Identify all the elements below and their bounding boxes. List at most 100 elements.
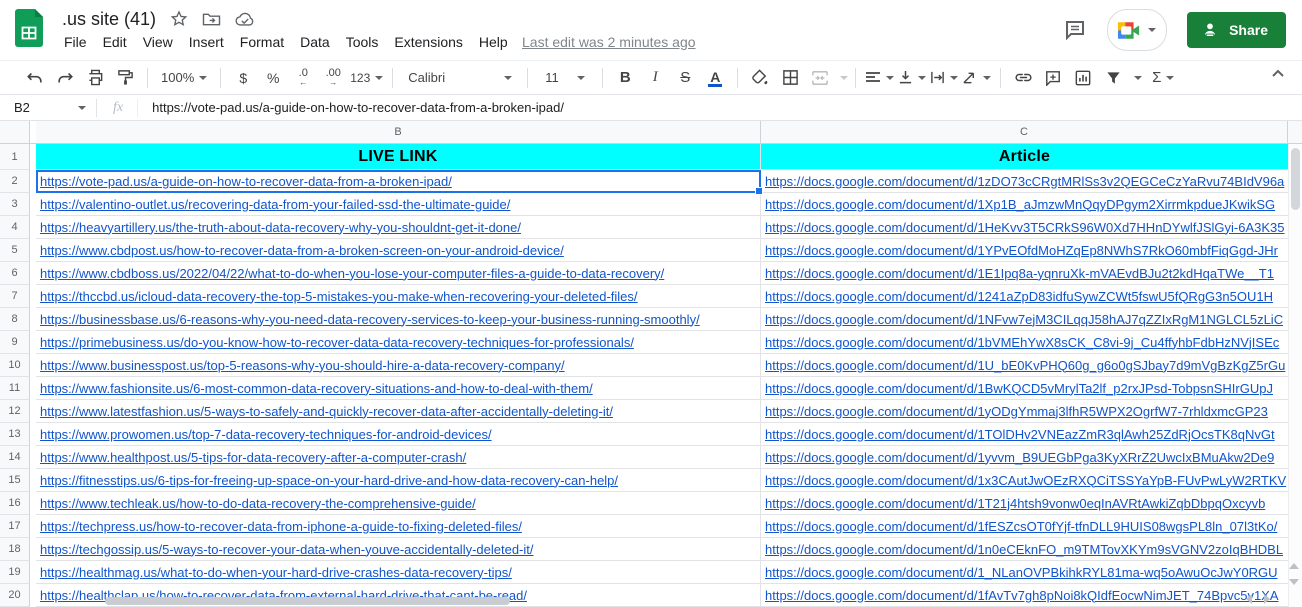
cell-C20[interactable]: https://docs.google.com/document/d/1fAvT…	[761, 584, 1288, 607]
more-formats-button[interactable]: 123	[350, 65, 383, 91]
row-header-17[interactable]: 17	[0, 515, 30, 538]
row-header-7[interactable]: 7	[0, 285, 30, 308]
cell-B18[interactable]: https://techgossip.us/5-ways-to-recover-…	[36, 538, 761, 561]
cell-C11[interactable]: https://docs.google.com/document/d/1BwKQ…	[761, 377, 1288, 400]
cell-C15[interactable]: https://docs.google.com/document/d/1x3CA…	[761, 469, 1288, 492]
menu-view[interactable]: View	[135, 32, 181, 52]
row-header-8[interactable]: 8	[0, 308, 30, 331]
scroll-right-arrow-icon[interactable]	[1264, 594, 1270, 604]
live-link-url[interactable]: https://businessbase.us/6-reasons-why-yo…	[40, 312, 700, 327]
cell-C19[interactable]: https://docs.google.com/document/d/1_NLa…	[761, 561, 1288, 584]
cell-B9[interactable]: https://primebusiness.us/do-you-know-how…	[36, 331, 761, 354]
live-link-url[interactable]: https://healthmag.us/what-to-do-when-you…	[40, 565, 512, 580]
horizontal-align-button[interactable]	[865, 65, 894, 91]
cell-B17[interactable]: https://techpress.us/how-to-recover-data…	[36, 515, 761, 538]
row-header-20[interactable]: 20	[0, 584, 30, 607]
row-header-11[interactable]: 11	[0, 377, 30, 400]
fill-handle[interactable]	[755, 187, 763, 195]
live-link-url[interactable]: https://www.businesspost.us/top-5-reason…	[40, 358, 565, 373]
article-url[interactable]: https://docs.google.com/document/d/1Xp1B…	[765, 197, 1275, 212]
horizontal-scrollbar-thumb[interactable]	[105, 597, 510, 605]
live-link-url[interactable]: https://fitnesstips.us/6-tips-for-freein…	[40, 473, 618, 488]
decrease-decimal-button[interactable]: .0←	[290, 65, 316, 91]
row-header-1[interactable]: 1	[0, 144, 30, 170]
move-folder-icon[interactable]	[202, 11, 221, 27]
collapse-toolbar-button[interactable]	[1270, 66, 1286, 87]
row-header-9[interactable]: 9	[0, 331, 30, 354]
cell-B8[interactable]: https://businessbase.us/6-reasons-why-yo…	[36, 308, 761, 331]
article-url[interactable]: https://docs.google.com/document/d/1bVME…	[765, 335, 1279, 350]
bold-button[interactable]: B	[612, 65, 638, 91]
article-url[interactable]: https://docs.google.com/document/d/1zDO7…	[765, 174, 1284, 189]
row-header-6[interactable]: 6	[0, 262, 30, 285]
cell-C6[interactable]: https://docs.google.com/document/d/1E1Ip…	[761, 262, 1288, 285]
cell-B16[interactable]: https://www.techleak.us/how-to-do-data-r…	[36, 492, 761, 515]
row-header-4[interactable]: 4	[0, 216, 30, 239]
cell-C5[interactable]: https://docs.google.com/document/d/1YPvE…	[761, 239, 1288, 262]
share-button[interactable]: Share	[1187, 12, 1286, 48]
menu-tools[interactable]: Tools	[338, 32, 387, 52]
live-link-url[interactable]: https://techgossip.us/5-ways-to-recover-…	[40, 542, 534, 557]
row-header-3[interactable]: 3	[0, 193, 30, 216]
select-all-corner[interactable]	[0, 121, 30, 144]
menu-help[interactable]: Help	[471, 32, 516, 52]
live-link-url[interactable]: https://www.latestfashion.us/5-ways-to-s…	[40, 404, 613, 419]
print-button[interactable]	[82, 65, 108, 91]
cell-B19[interactable]: https://healthmag.us/what-to-do-when-you…	[36, 561, 761, 584]
cell-C4[interactable]: https://docs.google.com/document/d/1HeKv…	[761, 216, 1288, 239]
fill-color-button[interactable]	[747, 65, 773, 91]
row-header-19[interactable]: 19	[0, 561, 30, 584]
live-link-url[interactable]: https://vote-pad.us/a-guide-on-how-to-re…	[40, 174, 452, 189]
meet-button[interactable]	[1107, 9, 1167, 51]
article-url[interactable]: https://docs.google.com/document/d/1x3CA…	[765, 473, 1286, 488]
name-box[interactable]: B2	[0, 100, 86, 115]
filter-button[interactable]	[1100, 65, 1126, 91]
cell-C10[interactable]: https://docs.google.com/document/d/1U_bE…	[761, 354, 1288, 377]
row-header-18[interactable]: 18	[0, 538, 30, 561]
increase-decimal-button[interactable]: .00→	[320, 65, 346, 91]
menu-edit[interactable]: Edit	[95, 32, 135, 52]
cell-B2[interactable]: https://vote-pad.us/a-guide-on-how-to-re…	[36, 170, 761, 193]
cell-C3[interactable]: https://docs.google.com/document/d/1Xp1B…	[761, 193, 1288, 216]
strikethrough-button[interactable]: S	[672, 65, 698, 91]
font-size-dropdown[interactable]: 11	[537, 65, 593, 91]
row-header-14[interactable]: 14	[0, 446, 30, 469]
article-url[interactable]: https://docs.google.com/document/d/1241a…	[765, 289, 1273, 304]
italic-button[interactable]: I	[642, 65, 668, 91]
live-link-url[interactable]: https://www.healthpost.us/5-tips-for-dat…	[40, 450, 466, 465]
cell-B13[interactable]: https://www.prowomen.us/top-7-data-recov…	[36, 423, 761, 446]
header-cell-article[interactable]: Article	[761, 144, 1288, 170]
live-link-url[interactable]: https://www.techleak.us/how-to-do-data-r…	[40, 496, 476, 511]
cell-B3[interactable]: https://valentino-outlet.us/recovering-d…	[36, 193, 761, 216]
insert-comment-button[interactable]	[1040, 65, 1066, 91]
menu-file[interactable]: File	[56, 32, 95, 52]
cell-B7[interactable]: https://thccbd.us/icloud-data-recovery-t…	[36, 285, 761, 308]
live-link-url[interactable]: https://techpress.us/how-to-recover-data…	[40, 519, 522, 534]
star-icon[interactable]	[170, 10, 188, 28]
borders-button[interactable]	[777, 65, 803, 91]
row-header-2[interactable]: 2	[0, 170, 30, 193]
undo-button[interactable]	[22, 65, 48, 91]
cell-C12[interactable]: https://docs.google.com/document/d/1yODg…	[761, 400, 1288, 423]
cell-C7[interactable]: https://docs.google.com/document/d/1241a…	[761, 285, 1288, 308]
live-link-url[interactable]: https://valentino-outlet.us/recovering-d…	[40, 197, 510, 212]
text-rotation-button[interactable]	[962, 65, 991, 91]
column-header-c[interactable]: C	[761, 121, 1288, 144]
paint-format-button[interactable]	[112, 65, 138, 91]
row-header-15[interactable]: 15	[0, 469, 30, 492]
google-sheets-logo[interactable]	[15, 9, 43, 47]
article-url[interactable]: https://docs.google.com/document/d/1yODg…	[765, 404, 1268, 419]
article-url[interactable]: https://docs.google.com/document/d/1BwKQ…	[765, 381, 1273, 396]
scroll-up-arrow-icon[interactable]	[1289, 563, 1299, 569]
comment-history-icon[interactable]	[1063, 18, 1087, 42]
article-url[interactable]: https://docs.google.com/document/d/1fAvT…	[765, 588, 1279, 603]
article-url[interactable]: https://docs.google.com/document/d/1yvvm…	[765, 450, 1274, 465]
last-edit-status[interactable]: Last edit was 2 minutes ago	[522, 34, 696, 50]
article-url[interactable]: https://docs.google.com/document/d/1fESZ…	[765, 519, 1277, 534]
article-url[interactable]: https://docs.google.com/document/d/1T21j…	[765, 496, 1265, 511]
article-url[interactable]: https://docs.google.com/document/d/1E1Ip…	[765, 266, 1274, 281]
vertical-scrollbar[interactable]	[1288, 144, 1302, 607]
cell-C8[interactable]: https://docs.google.com/document/d/1NFvw…	[761, 308, 1288, 331]
font-dropdown[interactable]: Calibri	[402, 65, 518, 91]
live-link-url[interactable]: https://www.fashionsite.us/6-most-common…	[40, 381, 593, 396]
